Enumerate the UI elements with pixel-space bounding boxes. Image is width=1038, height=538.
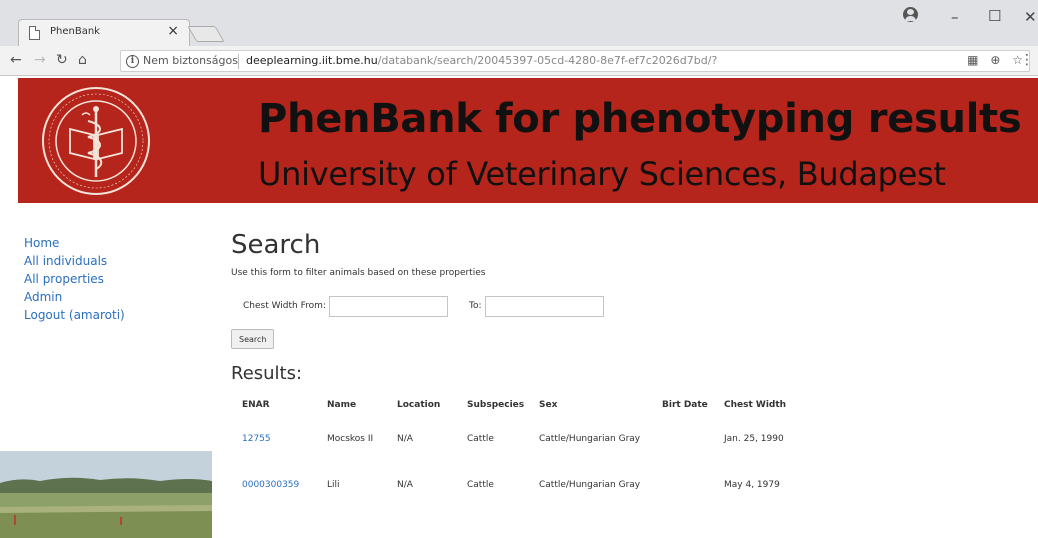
column-header-subspecies: Subspecies [467, 400, 525, 410]
cell-sex: Cattle/Hungarian Gray [539, 434, 641, 444]
table-row: 0000300359 Lili N/A Cattle Cattle/Hungar… [231, 466, 813, 504]
back-icon[interactable]: ← [10, 52, 22, 68]
cell-sex: Cattle/Hungarian Gray [539, 480, 641, 490]
sidebar-item-home[interactable]: Home [24, 234, 125, 252]
enar-link[interactable]: 0000300359 [242, 480, 299, 490]
site-banner: PhenBank for phenotyping results Univers… [18, 78, 1038, 203]
cell-subspecies: Cattle [467, 434, 494, 444]
url-text[interactable]: deeplearning.iit.bme.hu/databank/search/… [246, 54, 717, 67]
sidebar-item-admin[interactable]: Admin [24, 288, 125, 306]
zoom-icon[interactable]: ⊕ [990, 53, 1000, 67]
enar-link[interactable]: 12755 [242, 434, 271, 444]
browser-toolbar: ← → ↻ ⌂ i Nem biztonságos deeplearning.i… [0, 46, 1038, 76]
sidebar-item-all-individuals[interactable]: All individuals [24, 252, 125, 270]
home-icon[interactable]: ⌂ [78, 52, 87, 68]
page-title: Search [231, 230, 321, 260]
browser-tab-strip: PhenBank × – ☐ ✕ [0, 0, 1038, 46]
cell-enar: 0000300359 [231, 466, 316, 504]
sidebar-item-all-properties[interactable]: All properties [24, 270, 125, 288]
university-seal-logo [42, 87, 150, 195]
chest-width-from-input[interactable] [329, 296, 448, 317]
browser-tab[interactable]: PhenBank × [18, 19, 190, 46]
cell-enar: 12755 [231, 412, 316, 466]
cell-chest-width: May 4, 1979 [724, 480, 780, 490]
address-bar[interactable]: i Nem biztonságos deeplearning.iit.bme.h… [120, 50, 1030, 72]
chest-width-from-label: Chest Width From: [243, 301, 326, 311]
results-table: ENAR Name Location Subspecies Sex Birt D… [231, 398, 813, 504]
maximize-icon[interactable]: ☐ [988, 7, 1001, 25]
translate-icon[interactable]: ▦ [967, 53, 978, 67]
results-title: Results: [231, 363, 303, 384]
sidebar-item-logout[interactable]: Logout (amaroti) [24, 306, 125, 324]
tab-title: PhenBank [50, 26, 100, 37]
close-window-icon[interactable]: ✕ [1024, 8, 1037, 26]
column-header-enar: ENAR [242, 400, 270, 410]
cell-birth-date [651, 466, 713, 504]
new-tab-button[interactable] [187, 26, 225, 42]
info-icon[interactable]: i [126, 55, 139, 68]
cell-location: N/A [397, 434, 413, 444]
url-path: /databank/search/20045397-05cd-4280-8e7f… [377, 54, 718, 67]
cell-chest-width: Jan. 25, 1990 [724, 434, 784, 444]
forward-icon[interactable]: → [34, 52, 46, 68]
cell-location: N/A [397, 480, 413, 490]
chest-width-filter: Chest Width From: To: [231, 296, 1031, 318]
security-label[interactable]: Nem biztonságos [143, 54, 238, 67]
cell-name: Mocskos II [327, 434, 374, 444]
column-header-location: Location [397, 400, 441, 410]
page-icon [29, 26, 40, 40]
column-header-sex: Sex [539, 400, 558, 410]
cell-subspecies: Cattle [467, 480, 494, 490]
banner-title: PhenBank for phenotyping results [258, 96, 1022, 142]
column-header-chest-width: Chest Width [724, 400, 787, 410]
tab-close-icon[interactable]: × [167, 23, 179, 39]
main-content: Search Use this form to filter animals b… [231, 230, 1031, 504]
reload-icon[interactable]: ↻ [56, 52, 68, 68]
cell-birth-date [651, 412, 713, 466]
minimize-icon[interactable]: – [951, 8, 959, 26]
search-button[interactable]: Search [231, 329, 275, 349]
browser-menu-icon[interactable]: ⋮ [1020, 52, 1034, 68]
url-host: deeplearning.iit.bme.hu [246, 54, 378, 67]
chest-width-to-input[interactable] [485, 296, 604, 317]
cell-name: Lili [327, 480, 340, 490]
table-header-row: ENAR Name Location Subspecies Sex Birt D… [231, 398, 813, 412]
banner-subtitle: University of Veterinary Sciences, Budap… [258, 155, 946, 193]
column-header-name: Name [327, 400, 357, 410]
sidebar-nav: Home All individuals All properties Admi… [24, 234, 125, 324]
profile-icon[interactable] [903, 7, 918, 22]
chest-width-to-label: To: [469, 301, 482, 311]
landscape-photo [0, 451, 212, 538]
table-row: 12755 Mocskos II N/A Cattle Cattle/Hunga… [231, 412, 813, 466]
column-header-birth-date: Birt Date [662, 400, 708, 410]
form-description: Use this form to filter animals based on… [231, 268, 486, 278]
omnibox-divider [238, 54, 239, 69]
